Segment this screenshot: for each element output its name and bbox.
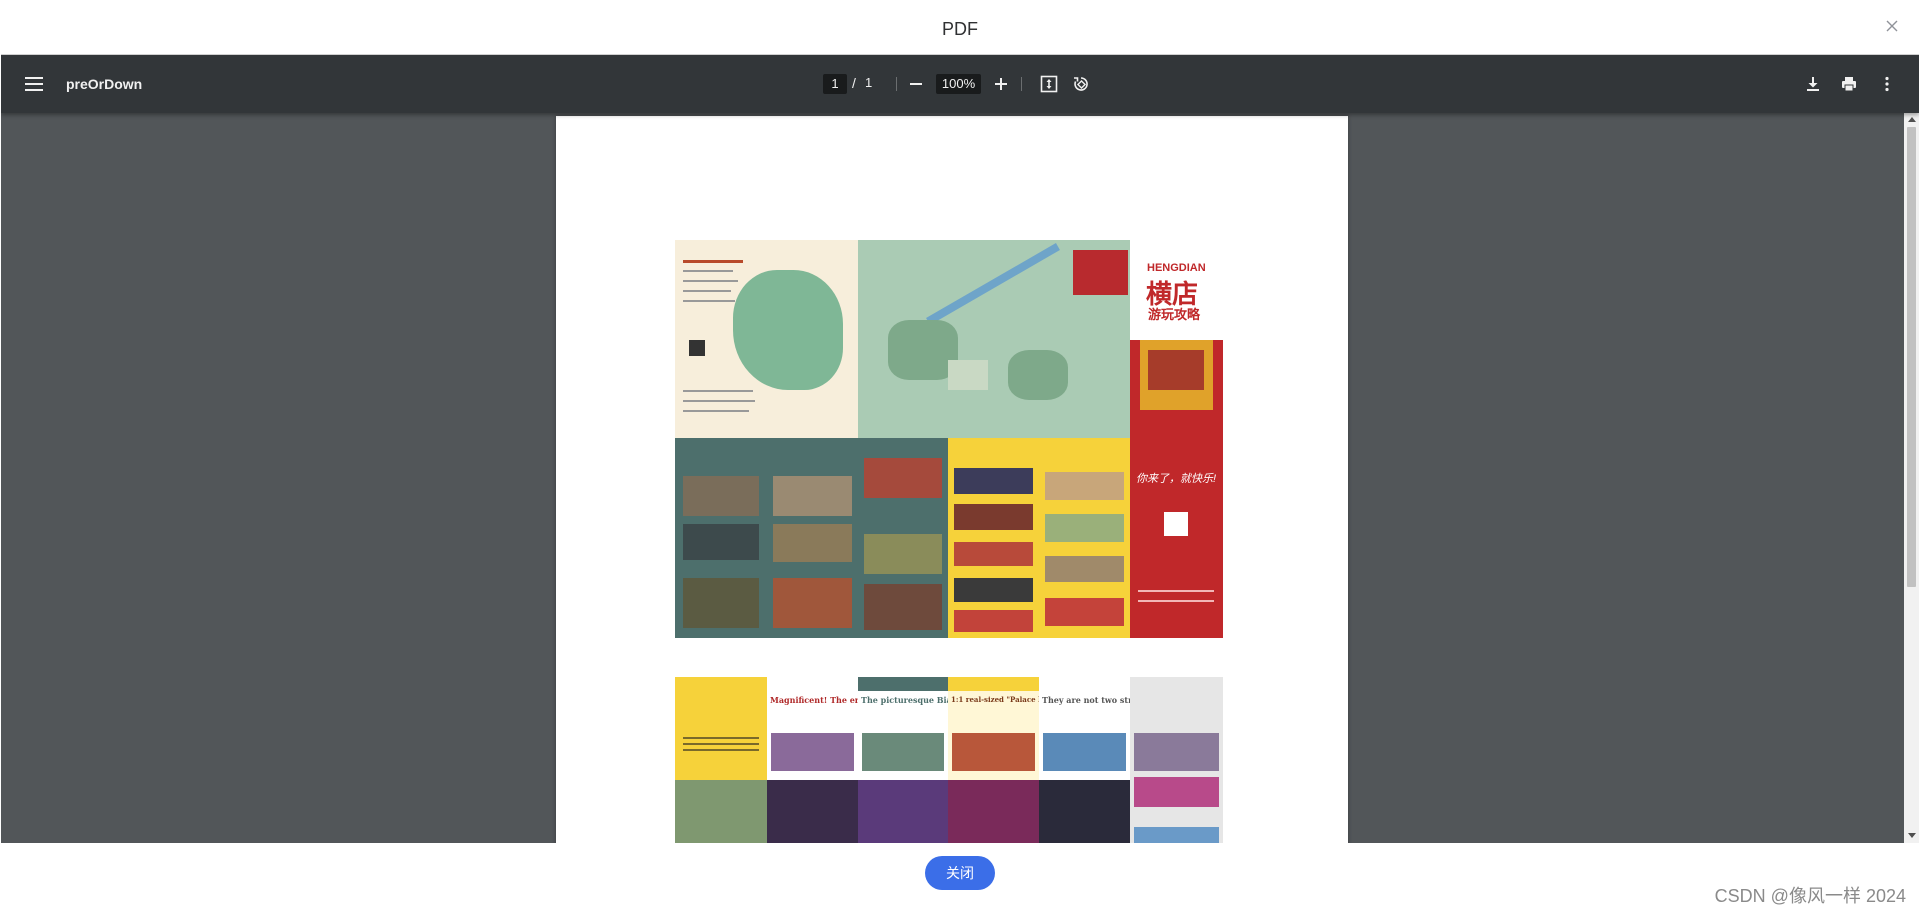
brochure-yellow-panel-2 (1039, 438, 1130, 638)
cover-subtitle: 游玩攻略 (1148, 307, 1201, 322)
brochure-intro-panel (675, 677, 767, 843)
rotate-icon[interactable] (1071, 74, 1091, 94)
viewer-toolbar: preOrDown 1 / 1 100% (1, 55, 1919, 113)
zoom-level-input[interactable]: 100% (936, 74, 981, 94)
toolbar-divider (1021, 77, 1022, 91)
cover-slogan: 你来了，就快乐! (1136, 473, 1217, 485)
brochure-image-top: HENGDIAN 横店 游玩攻略 你来了，就快乐! (675, 240, 1223, 638)
brochure-photo-panel-2 (767, 438, 858, 638)
brochure-cover-panel: HENGDIAN 横店 游玩攻略 你来了，就快乐! (1130, 240, 1223, 638)
headline-2: The picturesque Bianjing (861, 695, 948, 705)
brochure-right-panel (1130, 677, 1223, 843)
brochure-map-panel (675, 240, 858, 438)
brochure-headline-panel-1: Magnificent! The emperor (767, 677, 858, 843)
page-separator: / (852, 75, 856, 91)
zoom-out-icon[interactable] (906, 74, 926, 94)
pdf-viewer: preOrDown 1 / 1 100% HENGDIAN 横店 游玩攻略 你来… (1, 54, 1919, 843)
brochure-area-map (858, 240, 1130, 438)
brochure-image-bottom: Magnificent! The emperor The picturesque… (675, 677, 1223, 843)
scroll-down-arrow-icon[interactable] (1908, 833, 1916, 838)
zoom-in-icon[interactable] (991, 74, 1011, 94)
fit-page-icon[interactable] (1039, 74, 1059, 94)
brochure-headline-panel-3: 1:1 real-sized "Palace Museum" (948, 677, 1039, 843)
scrollbar-thumb[interactable] (1907, 127, 1916, 587)
vertical-scrollbar[interactable] (1904, 113, 1919, 843)
print-icon[interactable] (1839, 74, 1859, 94)
pdf-page: HENGDIAN 横店 游玩攻略 你来了，就快乐! Magnificent! T… (556, 116, 1348, 843)
document-title: preOrDown (66, 76, 143, 92)
brochure-headline-panel-2: The picturesque Bianjing (858, 677, 948, 843)
dialog-title: PDF (942, 19, 978, 39)
dialog-header: PDF (0, 0, 1920, 54)
menu-icon[interactable] (25, 76, 43, 92)
watermark: CSDN @像风一样 2024 (1714, 886, 1906, 906)
page-number-input[interactable]: 1 (823, 74, 847, 94)
headline-3: 1:1 real-sized "Palace Museum" (951, 695, 1039, 704)
scroll-up-arrow-icon[interactable] (1908, 117, 1916, 122)
close-button[interactable]: 关闭 (925, 856, 995, 890)
headline-1: Magnificent! The emperor (770, 695, 858, 705)
brochure-headline-panel-4: They are not two street (1039, 677, 1130, 843)
toolbar-divider (896, 77, 897, 91)
close-icon[interactable] (1884, 18, 1900, 34)
more-options-icon[interactable] (1877, 74, 1897, 94)
download-icon[interactable] (1803, 74, 1823, 94)
brochure-photo-panel-1 (675, 438, 767, 638)
page-total: 1 (865, 75, 873, 90)
pdf-dialog: PDF preOrDown 1 / 1 100% HENGDIAN 横店 游玩攻… (0, 0, 1920, 911)
brochure-yellow-panel-1 (948, 438, 1039, 638)
cover-title-en: HENGDIAN (1147, 262, 1206, 274)
brochure-photo-panel-3 (858, 438, 948, 638)
headline-4: They are not two street (1042, 695, 1130, 705)
